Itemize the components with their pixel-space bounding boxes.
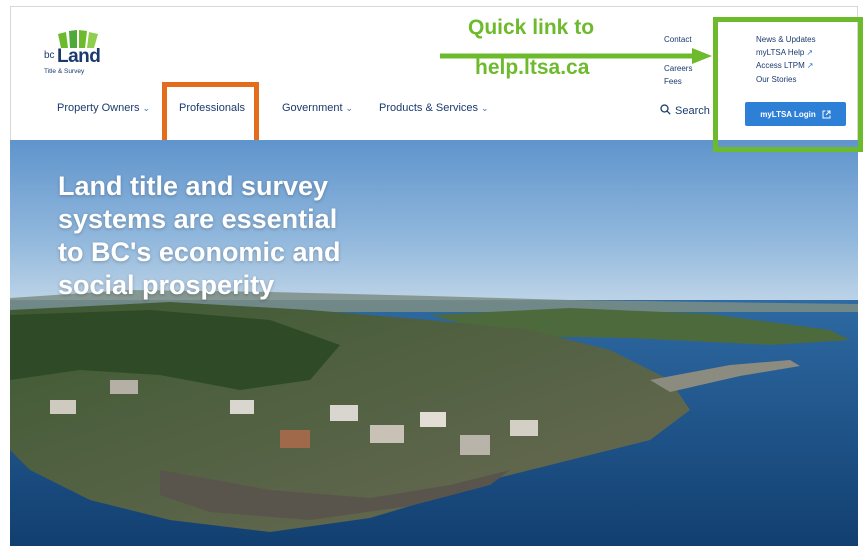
chevron-down-icon: ⌄: [142, 103, 151, 113]
site-logo[interactable]: bc Land Title & Survey: [44, 28, 114, 88]
hero-line: social prosperity: [58, 270, 275, 300]
logo-tagline: Title & Survey: [44, 68, 85, 75]
chevron-down-icon: ⌄: [481, 103, 489, 113]
callout-arrow-icon: [440, 48, 712, 64]
callout-line-1: Quick link to: [468, 16, 595, 39]
logo-prefix: bc: [44, 50, 55, 61]
search-label: Search: [675, 105, 710, 117]
nav-label: Government: [282, 102, 343, 114]
hero-line: systems are essential: [58, 204, 338, 234]
logo-name: Land: [57, 46, 101, 67]
quick-links-highlight-box: [713, 17, 863, 152]
nav-label: Property Owners: [57, 102, 140, 114]
link-fees[interactable]: Fees: [664, 77, 682, 86]
nav-products-services[interactable]: Products & Services ⌄: [379, 102, 489, 114]
nav-property-owners[interactable]: Property Owners ⌄: [57, 102, 150, 114]
search-button[interactable]: Search: [660, 104, 710, 117]
hero-heading: Land title and survey systems are essent…: [58, 170, 438, 302]
search-icon: [660, 104, 671, 115]
nav-government[interactable]: Government ⌄: [282, 102, 353, 114]
chevron-down-icon: ⌄: [345, 103, 354, 113]
nav-label: Products & Services: [379, 102, 479, 114]
hero-banner: Land title and survey systems are essent…: [10, 140, 858, 546]
hero-line: Land title and survey: [58, 171, 329, 201]
link-contact[interactable]: Contact: [664, 35, 692, 44]
hero-line: to BC's economic and: [58, 237, 341, 267]
